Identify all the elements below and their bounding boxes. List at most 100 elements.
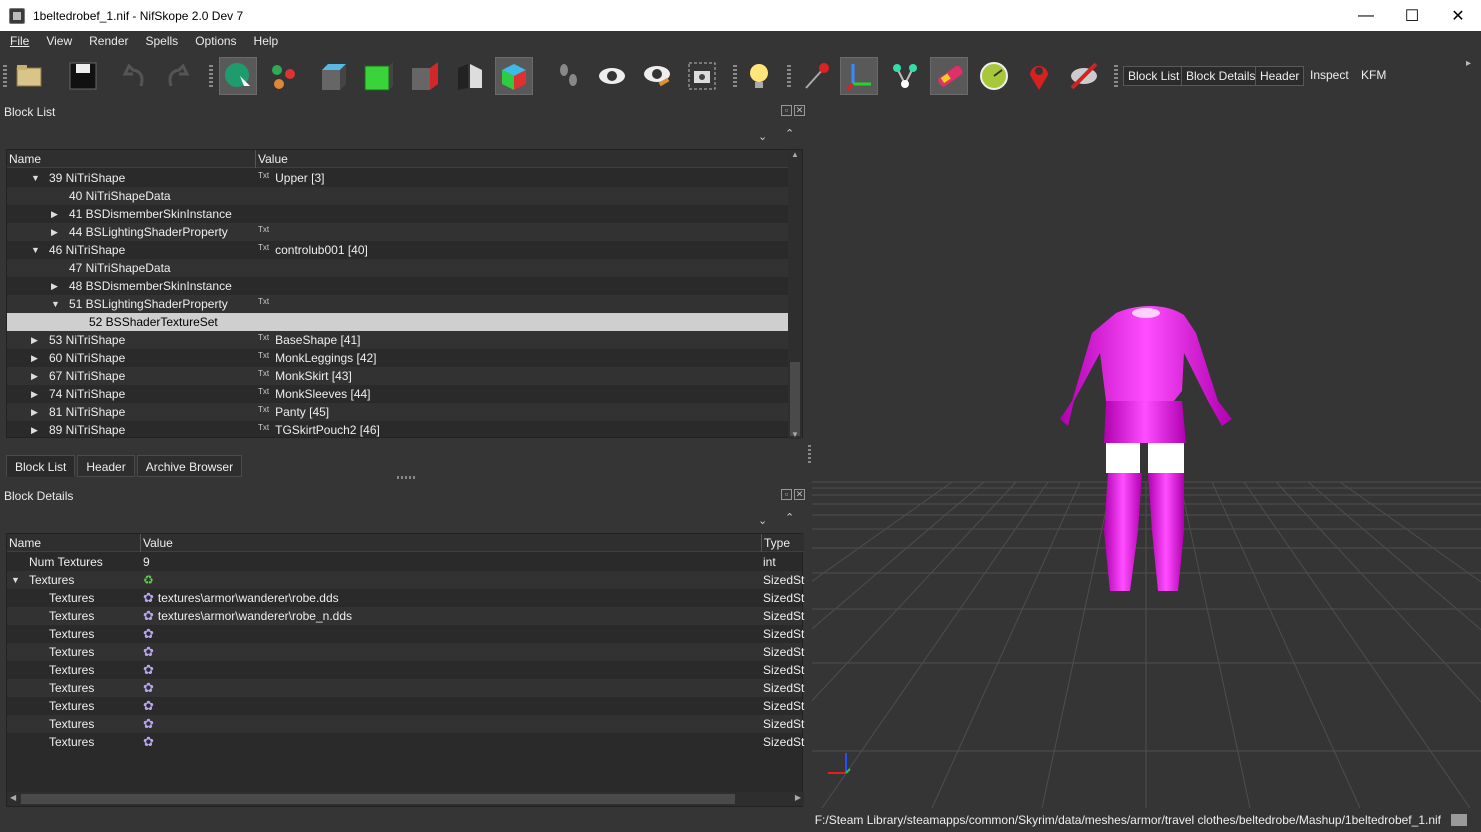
screenshot-icon[interactable] [683, 57, 721, 95]
gear-icon[interactable]: ✿ [143, 589, 154, 607]
undo-icon[interactable] [116, 57, 154, 95]
select-connected-icon[interactable] [265, 57, 303, 95]
menu-spells[interactable]: Spells [136, 34, 186, 48]
toolbar-grip-5[interactable] [1114, 65, 1118, 89]
block-list-scrollbar[interactable]: ▲ ▼ [788, 150, 802, 439]
column-name[interactable]: Name [7, 533, 141, 552]
tree-row[interactable]: ▶ 89 NiTriShape Txt TGSkirtPouch2 [46] [7, 421, 788, 439]
collapse-all-icon-2[interactable]: ⌄ [758, 514, 767, 527]
gear-icon[interactable]: ✿ [143, 679, 154, 697]
minimize-button[interactable]: — [1343, 0, 1389, 31]
toolbar-block-list-button[interactable]: Block List [1123, 66, 1185, 86]
detail-row[interactable]: Textures ✿ textures\armor\wanderer\robe.dd… [7, 589, 804, 607]
close-icon[interactable]: ✕ [794, 105, 805, 116]
collapse-arrow-icon[interactable]: ▼ [51, 295, 60, 313]
toolbar-header-button[interactable]: Header [1255, 66, 1305, 86]
detail-row[interactable]: Textures ✿ SizedSt [7, 661, 804, 679]
tree-row[interactable]: 40 NiTriShapeData [7, 187, 788, 205]
collapse-arrow-icon[interactable]: ▼ [31, 241, 40, 259]
redo-icon[interactable] [158, 57, 196, 95]
collapse-arrow-icon[interactable]: ▼ [31, 169, 40, 187]
gear-icon[interactable]: ✿ [143, 697, 154, 715]
menu-file[interactable]: File [0, 34, 36, 48]
expand-arrow-icon[interactable]: ▶ [31, 331, 38, 349]
expand-arrow-icon[interactable]: ▶ [31, 349, 38, 367]
expand-arrow-icon[interactable]: ▶ [31, 367, 38, 385]
toolbar-kfm-button[interactable]: KFM [1357, 66, 1390, 84]
column-value[interactable]: Value [141, 533, 762, 552]
column-value[interactable]: Value [256, 149, 789, 168]
render-viewport[interactable] [812, 101, 1481, 808]
refresh-icon[interactable]: ♻ [143, 573, 154, 587]
vertical-splitter[interactable] [808, 445, 811, 463]
view-walk-icon[interactable] [451, 57, 489, 95]
column-type[interactable]: Type [762, 534, 804, 552]
toolbar-inspect-button[interactable]: Inspect [1306, 66, 1353, 84]
tree-row[interactable]: ▼ 51 BSLightingShaderProperty Txt [7, 295, 788, 313]
detail-row[interactable]: Textures ✿ SizedSt [7, 625, 804, 643]
expand-arrow-icon[interactable]: ▶ [31, 421, 38, 439]
resize-grip-icon[interactable] [1451, 814, 1467, 826]
detail-row[interactable]: ▼ Textures ♻ SizedSt [7, 571, 804, 589]
tab-header[interactable]: Header [77, 455, 135, 477]
tree-row[interactable]: 47 NiTriShapeData [7, 259, 788, 277]
gear-icon[interactable]: ✿ [143, 715, 154, 733]
expand-arrow-icon[interactable]: ▶ [31, 385, 38, 403]
tree-row[interactable]: ▶ 53 NiTriShape Txt BaseShape [41] [7, 331, 788, 349]
menu-view[interactable]: View [36, 34, 79, 48]
toolbar-grip-4[interactable] [787, 65, 791, 89]
tab-archive-browser[interactable]: Archive Browser [136, 455, 243, 477]
view-top-icon[interactable] [315, 57, 353, 95]
close-icon-2[interactable]: ✕ [794, 489, 805, 500]
save-icon[interactable] [64, 57, 102, 95]
tree-row[interactable]: ▶ 44 BSLightingShaderProperty Txt [7, 223, 788, 241]
menu-options[interactable]: Options [185, 34, 243, 48]
gear-icon[interactable]: ✿ [143, 733, 154, 751]
detail-row[interactable]: Textures ✿ SizedSt [7, 733, 804, 751]
havok-icon[interactable] [930, 57, 968, 95]
view-front-icon[interactable] [360, 57, 398, 95]
toolbar-block-details-button[interactable]: Block Details [1181, 66, 1261, 86]
tree-row[interactable]: ▶ 74 NiTriShape Txt MonkSleeves [44] [7, 385, 788, 403]
nodes-icon[interactable] [886, 57, 924, 95]
toolbar-overflow-icon[interactable]: ▸ [1466, 58, 1471, 69]
menu-help[interactable]: Help [244, 34, 286, 48]
expand-arrow-icon[interactable]: ▶ [51, 223, 58, 241]
open-icon[interactable] [10, 57, 48, 95]
detail-row[interactable]: Num Textures 9 int [7, 553, 802, 571]
menu-render[interactable]: Render [79, 34, 135, 48]
tab-block-list[interactable]: Block List [6, 455, 76, 477]
footprints-icon[interactable] [549, 57, 587, 95]
expand-all-icon-2[interactable]: ⌃ [785, 511, 794, 524]
tree-row[interactable]: ▶ 81 NiTriShape Txt Panty [45] [7, 403, 788, 421]
tree-row[interactable]: ▼ 46 NiTriShape Txt controlub001 [40] [7, 241, 788, 259]
view-user-icon[interactable] [495, 57, 533, 95]
constraints-icon[interactable] [975, 57, 1013, 95]
toolbar-grip[interactable] [3, 65, 7, 89]
collapse-arrow-icon[interactable]: ▼ [11, 571, 20, 589]
gear-icon[interactable]: ✿ [143, 625, 154, 643]
toolbar-grip-3[interactable] [733, 65, 737, 89]
maximize-button[interactable]: ☐ [1389, 0, 1435, 31]
tree-row[interactable]: 52 BSShaderTextureSet [7, 313, 788, 331]
tree-row[interactable]: ▶ 41 BSDismemberSkinInstance [7, 205, 788, 223]
detail-row[interactable]: Textures ✿ textures\armor\wanderer\robe_n.… [7, 607, 804, 625]
collapse-all-icon[interactable]: ⌄ [758, 130, 767, 143]
eye-paint-icon[interactable] [638, 57, 676, 95]
eye-icon[interactable] [593, 57, 631, 95]
gear-icon[interactable]: ✿ [143, 607, 154, 625]
select-icon[interactable] [219, 57, 257, 95]
float-icon-2[interactable]: ▫ [781, 489, 792, 500]
toolbar-grip-2[interactable] [209, 65, 213, 89]
expand-arrow-icon[interactable]: ▶ [51, 205, 58, 223]
markers-icon[interactable] [1020, 57, 1058, 95]
float-icon[interactable]: ▫ [781, 105, 792, 116]
detail-row[interactable]: Textures ✿ SizedSt [7, 715, 804, 733]
tree-row[interactable]: ▶ 60 NiTriShape Txt MonkLeggings [42] [7, 349, 788, 367]
tree-row[interactable]: ▶ 48 BSDismemberSkinInstance [7, 277, 788, 295]
detail-row[interactable]: Textures ✿ SizedSt [7, 643, 804, 661]
detail-row[interactable]: Textures ✿ SizedSt [7, 679, 804, 697]
tree-row[interactable]: ▶ 67 NiTriShape Txt MonkSkirt [43] [7, 367, 788, 385]
column-name[interactable]: Name [7, 149, 256, 168]
gear-icon[interactable]: ✿ [143, 643, 154, 661]
